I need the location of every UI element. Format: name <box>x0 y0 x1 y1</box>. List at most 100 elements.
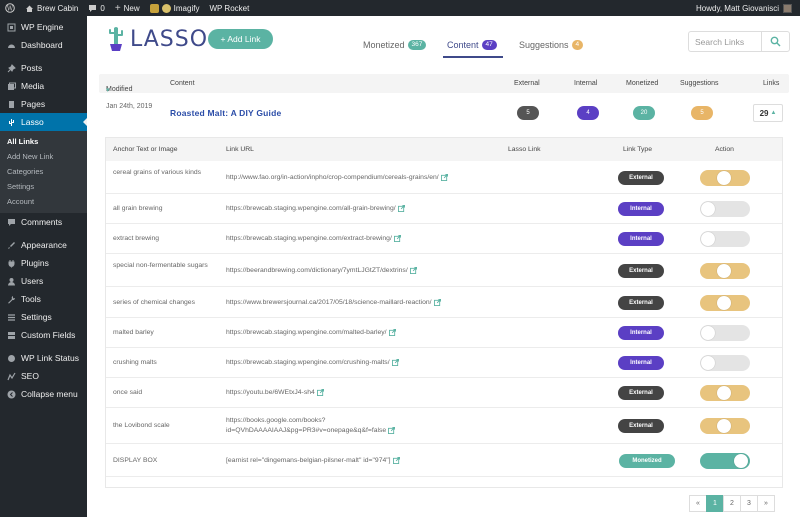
lasso-logo[interactable]: LASSO <box>106 26 208 52</box>
content-title-link[interactable]: Roasted Malt: A DIY Guide <box>170 108 281 118</box>
external-link-icon[interactable] <box>392 456 400 464</box>
link-url-cell[interactable]: https://brewcab.staging.wpengine.com/mal… <box>226 328 511 338</box>
wordpress-logo-icon[interactable]: W <box>0 0 20 16</box>
search-button[interactable] <box>761 32 789 51</box>
pagination-prev[interactable]: « <box>689 495 707 512</box>
account-menu[interactable]: Howdy, Matt Giovanisci <box>691 0 800 16</box>
caret-up-icon: ▲ <box>770 110 777 116</box>
pagination-page-2[interactable]: 2 <box>723 495 741 512</box>
link-url-cell[interactable]: https://books.google.com/books?id=QVhDAA… <box>226 416 411 436</box>
search-input[interactable] <box>689 32 761 51</box>
external-link-icon[interactable] <box>397 204 405 212</box>
site-name-link[interactable]: Brew Cabin <box>20 0 83 16</box>
link-url-cell[interactable]: https://brewcab.staging.wpengine.com/all… <box>226 204 511 214</box>
submenu-categories[interactable]: Categories <box>0 164 87 179</box>
comments-link[interactable]: 0 <box>83 0 109 16</box>
sidebar-item-wp-link-status[interactable]: WP Link Status <box>0 349 87 367</box>
link-url[interactable]: https://www.brewersjournal.ca/2017/05/18… <box>226 299 432 306</box>
link-url[interactable]: https://brewcab.staging.wpengine.com/all… <box>226 205 396 212</box>
link-url[interactable]: https://youtu.be/6WEtxJ4-sh4 <box>226 389 315 396</box>
action-toggle[interactable] <box>700 325 750 341</box>
link-url[interactable]: https://brewcab.staging.wpengine.com/ext… <box>226 235 392 242</box>
sidebar-item-pages[interactable]: Pages <box>0 95 87 113</box>
imagify-link[interactable]: Imagify <box>145 0 205 16</box>
action-toggle[interactable] <box>700 418 750 434</box>
external-link-icon[interactable] <box>316 388 324 396</box>
site-name: Brew Cabin <box>37 3 79 13</box>
external-link-icon[interactable] <box>388 328 396 336</box>
link-url-cell[interactable]: https://brewcab.staging.wpengine.com/cru… <box>226 358 511 368</box>
content-row[interactable]: Jan 24th, 2019 Roasted Malt: A DIY Guide… <box>99 96 789 132</box>
sidebar-item-label: Settings <box>21 312 52 322</box>
anchor-text: all grain brewing <box>113 205 163 212</box>
link-url[interactable]: https://brewcab.staging.wpengine.com/cru… <box>226 359 390 366</box>
col-external: External <box>514 80 540 87</box>
submenu-all-links[interactable]: All Links <box>0 134 87 149</box>
admin-bar: W Brew Cabin 0 + New Imagify WP Rocket H… <box>0 0 800 16</box>
link-url[interactable]: https://beerandbrewing.com/dictionary/7y… <box>226 267 408 274</box>
external-link-icon[interactable] <box>433 298 441 306</box>
comment-icon <box>7 218 16 227</box>
sidebar-item-wp-engine[interactable]: WP Engine <box>0 18 87 36</box>
plug-icon <box>7 259 16 268</box>
pagination-page-3[interactable]: 3 <box>740 495 758 512</box>
pagination-page-1[interactable]: 1 <box>706 495 724 512</box>
anchor-text: extract brewing <box>113 235 160 242</box>
link-url[interactable]: http://www.fao.org/in-action/inpho/crop-… <box>226 174 439 181</box>
external-link-icon[interactable] <box>409 266 417 274</box>
action-toggle[interactable] <box>700 385 750 401</box>
pagination-next[interactable]: » <box>757 495 775 512</box>
sidebar-item-posts[interactable]: Posts <box>0 59 87 77</box>
sidebar-item-comments[interactable]: Comments <box>0 213 87 231</box>
sidebar-item-seo[interactable]: SEO <box>0 367 87 385</box>
link-url-cell[interactable]: [earnist rel="dingemans-belgian-pilsner-… <box>226 456 511 466</box>
sidebar-item-tools[interactable]: Tools <box>0 290 87 308</box>
sidebar-item-custom-fields[interactable]: Custom Fields <box>0 326 87 344</box>
external-link-icon[interactable] <box>388 426 396 434</box>
action-toggle[interactable] <box>700 263 750 279</box>
action-toggle[interactable] <box>700 170 750 186</box>
howdy-text: Howdy, Matt Giovanisci <box>696 3 779 13</box>
tab-content[interactable]: Content 47 <box>443 36 503 58</box>
col-internal: Internal <box>574 80 598 87</box>
sidebar-item-settings[interactable]: Settings <box>0 308 87 326</box>
submenu-settings[interactable]: Settings <box>0 179 87 194</box>
action-toggle[interactable] <box>700 231 750 247</box>
sidebar-item-collapse-menu[interactable]: Collapse menu <box>0 385 87 403</box>
add-link-button[interactable]: + Add Link <box>208 29 273 49</box>
sidebar-item-appearance[interactable]: Appearance <box>0 236 87 254</box>
wp-rocket-link[interactable]: WP Rocket <box>204 0 254 16</box>
submenu-add-new-link[interactable]: Add New Link <box>0 149 87 164</box>
sidebar-item-media[interactable]: Media <box>0 77 87 95</box>
toggle-knob <box>717 296 731 310</box>
link-url-cell[interactable]: https://youtu.be/6WEtxJ4-sh4 <box>226 388 511 398</box>
external-link-icon[interactable] <box>440 173 448 181</box>
monetized-count: 20 <box>633 106 655 120</box>
action-toggle[interactable] <box>700 201 750 217</box>
wp-rocket-label: WP Rocket <box>209 3 250 13</box>
media-icon <box>7 82 16 91</box>
sidebar-item-users[interactable]: Users <box>0 272 87 290</box>
link-url-cell[interactable]: https://beerandbrewing.com/dictionary/7y… <box>226 266 511 276</box>
action-toggle[interactable] <box>700 355 750 371</box>
new-content-link[interactable]: + New <box>110 0 145 16</box>
external-link-icon[interactable] <box>391 358 399 366</box>
link-url[interactable]: [earnist rel="dingemans-belgian-pilsner-… <box>226 457 391 464</box>
tab-monetized[interactable]: Monetized 367 <box>359 36 433 54</box>
link-url-cell[interactable]: http://www.fao.org/in-action/inpho/crop-… <box>226 173 511 183</box>
sidebar-item-plugins[interactable]: Plugins <box>0 254 87 272</box>
links-toggle[interactable]: 29 ▲ <box>753 104 783 122</box>
link-url-cell[interactable]: https://www.brewersjournal.ca/2017/05/18… <box>226 298 511 308</box>
main-content: LASSO + Add Link Monetized 367 Content 4… <box>87 16 800 517</box>
action-toggle[interactable] <box>700 453 750 469</box>
external-link-icon[interactable] <box>393 234 401 242</box>
action-toggle[interactable] <box>700 295 750 311</box>
wp-engine-icon <box>7 23 16 32</box>
link-url[interactable]: https://books.google.com/books?id=QVhDAA… <box>226 417 386 434</box>
link-url-cell[interactable]: https://brewcab.staging.wpengine.com/ext… <box>226 234 511 244</box>
tab-suggestions[interactable]: Suggestions 4 <box>515 36 593 54</box>
link-url[interactable]: https://brewcab.staging.wpengine.com/mal… <box>226 329 387 336</box>
submenu-account[interactable]: Account <box>0 194 87 209</box>
sidebar-item-dashboard[interactable]: Dashboard <box>0 36 87 54</box>
sidebar-item-lasso[interactable]: Lasso <box>0 113 87 131</box>
